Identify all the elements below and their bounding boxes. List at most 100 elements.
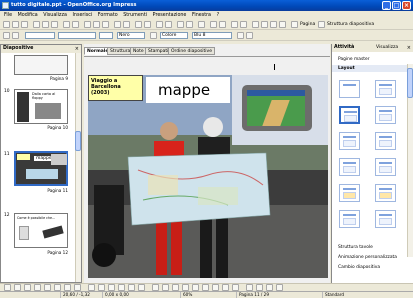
transition-icon[interactable] <box>270 21 277 28</box>
slide-canvas[interactable]: Viaggio a Barcellona (2003) mappe <box>88 75 328 278</box>
connector-icon[interactable] <box>74 284 81 291</box>
maximize-button[interactable]: □ <box>392 1 401 10</box>
arrow-style-select[interactable] <box>25 32 55 39</box>
rotate-icon[interactable] <box>202 284 209 291</box>
lines-icon[interactable] <box>261 21 268 28</box>
section-cambio-diapositiva[interactable]: Cambio diapositiva <box>332 264 408 271</box>
table-icon[interactable] <box>144 21 151 28</box>
arrow-icon[interactable] <box>24 284 31 291</box>
points-icon[interactable] <box>152 284 159 291</box>
layout-icon[interactable] <box>318 21 325 28</box>
menu-file[interactable]: File <box>4 13 12 18</box>
tasks-scrollbar[interactable] <box>407 64 413 257</box>
select-icon[interactable] <box>4 284 11 291</box>
line-style-select[interactable] <box>58 32 96 39</box>
tasks-scrollbar-thumb[interactable] <box>407 68 413 98</box>
align-icon[interactable] <box>212 284 219 291</box>
layout-tile-1[interactable] <box>339 80 360 98</box>
shadow-icon[interactable] <box>237 32 244 39</box>
symbol-shapes-icon[interactable] <box>98 284 105 291</box>
section-struttura-tavole[interactable]: Struttura tavole <box>332 244 408 251</box>
layout-tile-9[interactable] <box>339 184 360 202</box>
extrusion-icon[interactable] <box>232 284 239 291</box>
shadow-icon[interactable] <box>246 284 253 291</box>
text-icon[interactable] <box>54 284 61 291</box>
effects-icon[interactable] <box>279 21 286 28</box>
scrollbar-thumb[interactable] <box>75 131 81 151</box>
navigator-icon[interactable] <box>165 21 172 28</box>
callouts-icon[interactable] <box>128 284 135 291</box>
autospell-icon[interactable] <box>72 21 79 28</box>
ellipse-icon[interactable] <box>44 284 51 291</box>
fill-icon[interactable] <box>256 284 263 291</box>
chart-icon[interactable] <box>135 21 142 28</box>
menu-formato[interactable]: Formato <box>98 13 118 18</box>
menu-modifica[interactable]: Modifica <box>18 13 38 18</box>
export-pdf-icon[interactable] <box>42 21 49 28</box>
slides-scrollbar[interactable] <box>75 53 81 282</box>
section-layout[interactable]: Layout <box>332 65 408 72</box>
slide-thumbnail-11[interactable]: mappe <box>14 151 68 186</box>
gps-image[interactable] <box>232 75 328 145</box>
fill-bucket-icon[interactable] <box>150 32 157 39</box>
copy-icon[interactable] <box>93 21 100 28</box>
glue-points-icon[interactable] <box>162 284 169 291</box>
cut-icon[interactable] <box>84 21 91 28</box>
status-zoom[interactable]: 60% <box>180 292 192 298</box>
layout-tile-3[interactable] <box>339 106 360 124</box>
line-color-select[interactable]: Nero <box>117 32 145 39</box>
slide-title[interactable]: mappe <box>146 77 230 103</box>
paste-icon[interactable] <box>102 21 109 28</box>
struttura-diapositiva-button[interactable]: Struttura diapositiva <box>327 21 374 28</box>
pagina-button[interactable]: Pagina <box>300 21 315 28</box>
fill-color-select[interactable]: Blu 8 <box>192 32 232 39</box>
shapes-icon[interactable] <box>240 21 247 28</box>
flowchart-icon[interactable] <box>118 284 125 291</box>
layout-tile-7[interactable] <box>339 158 360 176</box>
section-animazione[interactable]: Animazione personalizzata <box>332 254 408 261</box>
start-show-icon[interactable] <box>198 21 205 28</box>
highlight-icon[interactable] <box>266 284 273 291</box>
gallery-icon[interactable] <box>219 21 226 28</box>
line-icon[interactable] <box>14 284 21 291</box>
spellcheck-icon[interactable] <box>63 21 70 28</box>
save-icon[interactable] <box>21 21 28 28</box>
redo-icon[interactable] <box>123 21 130 28</box>
menu-strumenti[interactable]: Strumenti <box>123 13 147 18</box>
slide-thumbnail-12[interactable]: Come è possibile che... <box>14 213 68 248</box>
menu-visualizza[interactable]: Visualizza <box>43 13 67 18</box>
undo-icon[interactable] <box>114 21 121 28</box>
print-icon[interactable] <box>51 21 58 28</box>
layout-tile-12[interactable] <box>375 210 396 228</box>
layout-tile-2[interactable] <box>375 80 396 98</box>
color-icon[interactable] <box>231 21 238 28</box>
slide-icon[interactable] <box>210 21 217 28</box>
minimize-button[interactable]: _ <box>382 1 391 10</box>
edit-icon[interactable] <box>33 21 40 28</box>
line-style-icon[interactable] <box>12 32 19 39</box>
slide-caption[interactable]: Viaggio a Barcellona (2003) <box>88 75 143 101</box>
new-icon[interactable] <box>3 21 10 28</box>
page-icon[interactable] <box>291 21 298 28</box>
slide-thumbnail-10[interactable]: Dalla carta al floppy <box>14 89 68 124</box>
close-panel-icon[interactable]: × <box>75 46 79 52</box>
fill-type-select[interactable]: Colore <box>160 32 188 39</box>
grid-icon[interactable] <box>156 21 163 28</box>
layout-tile-11[interactable] <box>339 210 360 228</box>
help-icon[interactable] <box>186 21 193 28</box>
menu-presentazione[interactable]: Presentazione <box>153 13 187 18</box>
line-width-select[interactable] <box>99 32 113 39</box>
object-icon[interactable] <box>3 32 10 39</box>
basic-shapes-icon[interactable] <box>88 284 95 291</box>
block-arrows-icon[interactable] <box>108 284 115 291</box>
slide-thumbnail-9[interactable] <box>14 55 68 75</box>
gallery-icon[interactable] <box>192 284 199 291</box>
fontwork-icon[interactable] <box>172 284 179 291</box>
arrange-icon[interactable] <box>222 284 229 291</box>
view-menu[interactable]: Visualizza <box>376 45 398 50</box>
layout-tile-8[interactable] <box>375 158 396 176</box>
layout-tile-5[interactable] <box>339 132 360 150</box>
layout-tile-10[interactable] <box>375 184 396 202</box>
from-file-icon[interactable] <box>182 284 189 291</box>
zoom-icon[interactable] <box>177 21 184 28</box>
